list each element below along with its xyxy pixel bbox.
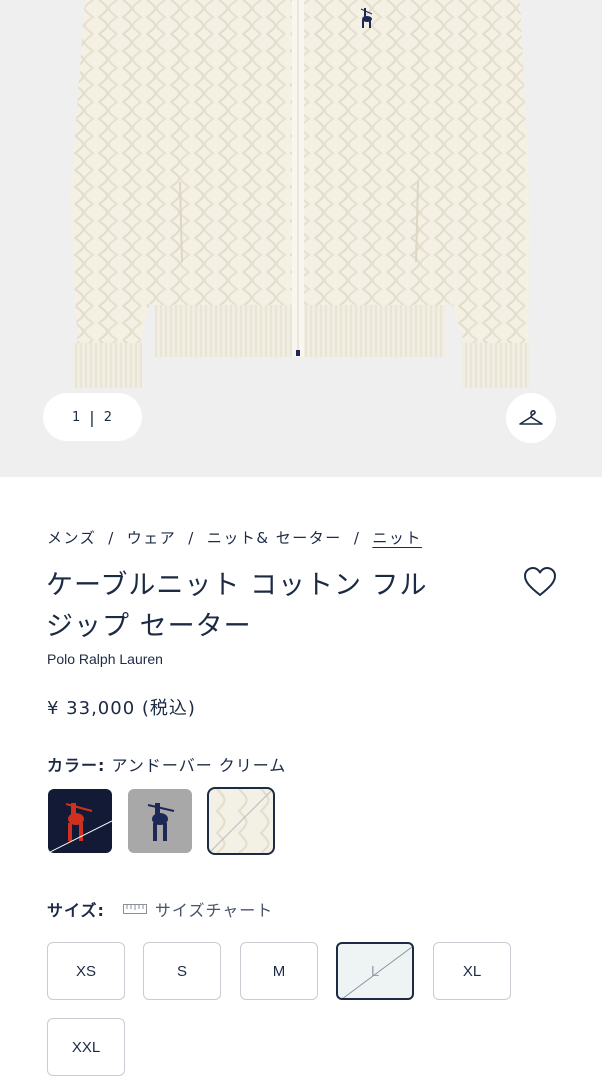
breadcrumb-separator: / [353, 529, 361, 547]
size-chart-text: サイズチャート [154, 901, 274, 920]
swatch-image-grey [128, 789, 192, 853]
current-page: 1 [72, 409, 82, 425]
product-title-line1: ケーブルニット コットン フル [46, 570, 428, 601]
breadcrumb-item-wear[interactable]: ウェア [127, 529, 177, 547]
breadcrumb-separator: / [188, 529, 195, 547]
heart-icon[interactable] [523, 566, 557, 598]
total-pages: 2 [103, 409, 113, 425]
breadcrumb-item-knit[interactable]: ニット [372, 529, 422, 547]
size-option-l[interactable]: L [336, 942, 414, 1000]
size-option-label: M [272, 962, 286, 980]
product-title: ケーブルニット コットン フル ジップ セーター [46, 565, 496, 647]
size-option-s[interactable]: S [143, 942, 221, 1000]
size-option-xl[interactable]: XL [433, 942, 511, 1000]
swatch-image-cream [209, 789, 273, 853]
ruler-icon [122, 904, 147, 914]
sold-out-strike [342, 946, 412, 998]
color-label-title: カラー: [47, 756, 106, 775]
color-swatch-navy[interactable] [48, 789, 112, 853]
product-price: ¥ 33,000 (税込) [47, 698, 196, 719]
breadcrumb-item-mens[interactable]: メンズ [47, 529, 96, 547]
size-chart-link[interactable]: サイズチャート [122, 897, 274, 921]
hanger-icon [519, 410, 543, 425]
size-option-label: XS [75, 962, 96, 980]
color-swatch-cream[interactable] [207, 787, 275, 855]
image-pager[interactable]: 1 | 2 [43, 393, 142, 441]
color-swatch-grey[interactable] [128, 789, 192, 853]
product-title-line2: ジップ セーター [46, 611, 252, 642]
size-option-label: XL [462, 962, 482, 980]
size-option-label: XXL [71, 1038, 101, 1056]
product-image-gallery[interactable]: 1 | 2 [0, 0, 602, 477]
color-label: カラー: アンドーバー クリーム [47, 752, 286, 776]
breadcrumb: メンズ / ウェア / ニット& セーター / ニット [47, 527, 422, 548]
virtual-tryon-button[interactable] [506, 393, 556, 443]
pager-separator: | [89, 407, 96, 427]
size-option-xs[interactable]: XS [47, 942, 125, 1000]
brand-name[interactable]: Polo Ralph Lauren [47, 651, 163, 667]
swatch-image-navy [48, 789, 112, 853]
selected-color-name: アンドーバー クリーム [111, 756, 287, 775]
size-label: サイズ: サイズチャート [47, 897, 273, 921]
breadcrumb-item-knit-sweater[interactable]: ニット& セーター [207, 529, 342, 547]
size-label-title: サイズ: [47, 901, 105, 920]
size-option-xxl[interactable]: XXL [47, 1018, 125, 1076]
size-option-m[interactable]: M [240, 942, 318, 1000]
breadcrumb-separator: / [108, 529, 115, 547]
size-option-label: S [176, 962, 187, 980]
